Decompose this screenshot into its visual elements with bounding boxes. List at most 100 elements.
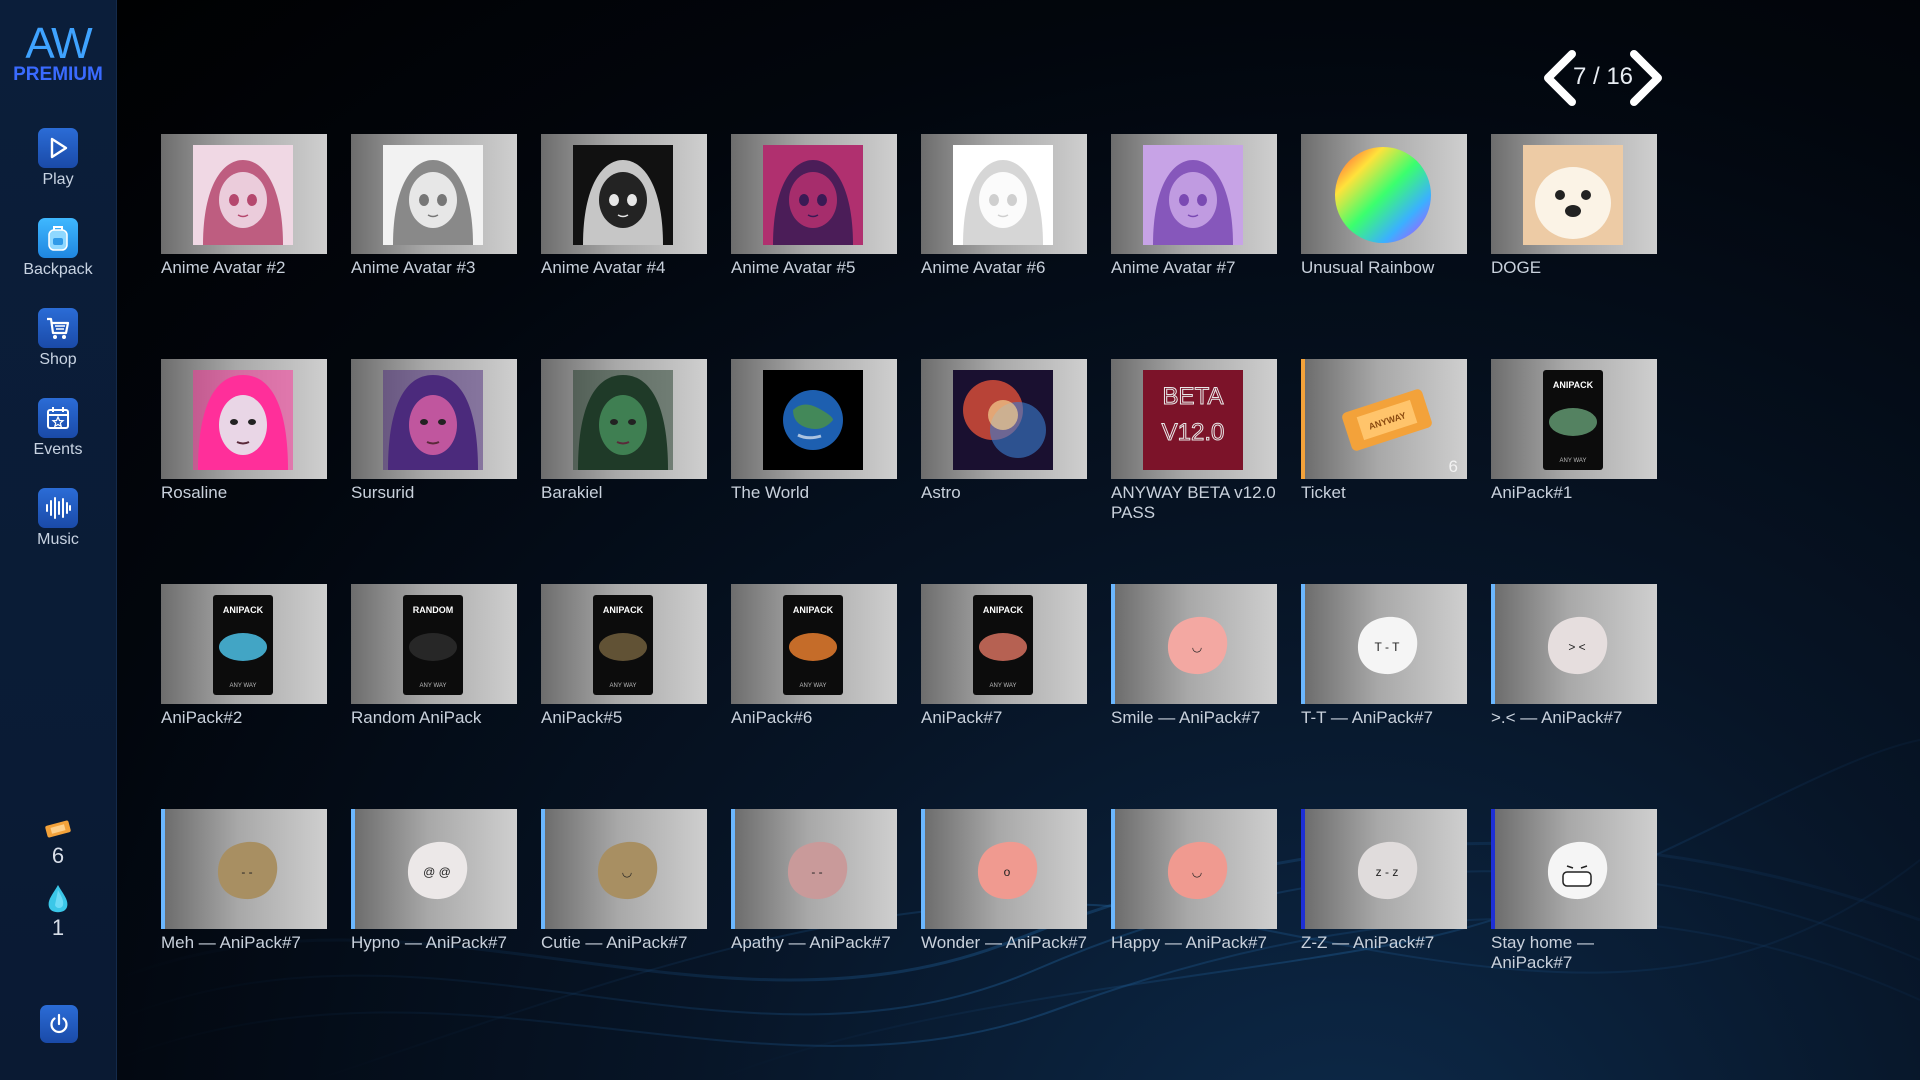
item-image: ANIPACK ANY WAY [213, 595, 273, 695]
inventory-item[interactable]: ANIPACK ANY WAY AniPack#6 [731, 584, 897, 728]
svg-text:BETA: BETA [1163, 383, 1224, 410]
item-name: Anime Avatar #5 [731, 258, 856, 277]
inventory-item[interactable]: - - Meh — AniPack#7 [161, 809, 327, 953]
inventory-item[interactable]: Unusual Rainbow [1301, 134, 1467, 278]
nav-backpack[interactable]: Backpack [0, 218, 116, 279]
item-card [731, 359, 897, 479]
inventory-item[interactable]: Stay home — AniPack#7 [1491, 809, 1657, 973]
item-name: Meh — AniPack#7 [161, 933, 301, 952]
item-image: ◡ [1167, 841, 1228, 900]
inventory-item[interactable]: ◡ Smile — AniPack#7 [1111, 584, 1277, 728]
inventory-item[interactable]: Anime Avatar #7 [1111, 134, 1277, 278]
item-card: ANIPACK ANY WAY [1491, 359, 1657, 479]
item-image: @ @ [407, 841, 468, 900]
item-image: z - z [1357, 841, 1418, 900]
inventory-item[interactable]: z - z Z-Z — AniPack#7 [1301, 809, 1467, 953]
svg-text:◡: ◡ [622, 865, 632, 879]
inventory-item[interactable]: T - T T-T — AniPack#7 [1301, 584, 1467, 728]
inventory-item[interactable]: o Wonder — AniPack#7 [921, 809, 1087, 953]
item-name: Anime Avatar #6 [921, 258, 1046, 277]
inventory-item[interactable]: Sursurid [351, 359, 517, 503]
inventory-item[interactable]: ANIPACK ANY WAY AniPack#5 [541, 584, 707, 728]
backpack-icon [38, 218, 78, 258]
inventory-item[interactable]: ANIPACK ANY WAY AniPack#1 [1491, 359, 1657, 503]
svg-text:ANIPACK: ANIPACK [603, 605, 644, 615]
item-card [1301, 134, 1467, 254]
item-image [383, 145, 483, 245]
svg-text:ANIPACK: ANIPACK [793, 605, 834, 615]
item-image: > < [1547, 616, 1608, 675]
item-card: - - [731, 809, 897, 929]
inventory-item[interactable]: Anime Avatar #2 [161, 134, 327, 278]
item-card: ANYWAY 6 [1301, 359, 1467, 479]
item-name: Anime Avatar #2 [161, 258, 286, 277]
nav-events[interactable]: Events [0, 398, 116, 459]
inventory-item[interactable]: Anime Avatar #3 [351, 134, 517, 278]
item-image: ANIPACK ANY WAY [783, 595, 843, 695]
power-icon [50, 1013, 68, 1034]
svg-text:ANY WAY: ANY WAY [800, 683, 827, 689]
inventory-item[interactable]: The World [731, 359, 897, 503]
nav-label: Backpack [23, 261, 93, 278]
inventory-item[interactable]: ◡ Happy — AniPack#7 [1111, 809, 1277, 953]
item-card: RANDOM ANY WAY [351, 584, 517, 704]
calendar-icon [38, 398, 78, 438]
item-card: z - z [1301, 809, 1467, 929]
inventory-item[interactable]: Rosaline [161, 359, 327, 503]
item-image [1547, 841, 1608, 900]
item-name: AniPack#1 [1491, 483, 1573, 502]
item-card [351, 359, 517, 479]
item-name: AniPack#2 [161, 708, 243, 727]
sidebar: AW PREMIUM Play Backpack Shop Events Mus… [0, 0, 117, 1080]
svg-text:RANDOM: RANDOM [413, 605, 454, 615]
svg-text:ANIPACK: ANIPACK [983, 605, 1024, 615]
inventory-item[interactable]: BETA V12.0 ANYWAY BETA v12.0 PASS [1111, 359, 1277, 523]
app-logo: AW PREMIUM [0, 22, 116, 86]
nav-label: Play [42, 171, 74, 188]
logo-sub: PREMIUM [13, 64, 103, 85]
inventory-item[interactable]: RANDOM ANY WAY Random AniPack [351, 584, 517, 728]
inventory-item[interactable]: Barakiel [541, 359, 707, 503]
inventory-item[interactable]: Astro [921, 359, 1087, 503]
item-name: The World [731, 483, 810, 502]
item-image [1523, 145, 1623, 245]
item-name: Anime Avatar #7 [1111, 258, 1236, 277]
item-name: Unusual Rainbow [1301, 258, 1435, 277]
svg-text:ANIPACK: ANIPACK [1553, 380, 1594, 390]
svg-text:o: o [1004, 865, 1011, 879]
chevron-right-icon [1630, 50, 1662, 106]
inventory-item[interactable]: Anime Avatar #4 [541, 134, 707, 278]
item-card: ◡ [541, 809, 707, 929]
item-image [573, 145, 673, 245]
power-button[interactable] [40, 1005, 78, 1043]
inventory-item[interactable]: ANIPACK ANY WAY AniPack#2 [161, 584, 327, 728]
nav-play[interactable]: Play [0, 128, 116, 189]
item-image: ◡ [597, 841, 658, 900]
inventory-item[interactable]: @ @ Hypno — AniPack#7 [351, 809, 517, 953]
inventory-item[interactable]: DOGE [1491, 134, 1657, 278]
inventory-item[interactable]: ANIPACK ANY WAY AniPack#7 [921, 584, 1087, 728]
item-card [541, 359, 707, 479]
inventory-item[interactable]: Anime Avatar #6 [921, 134, 1087, 278]
gem-count: 1 [51, 915, 65, 940]
inventory-item[interactable]: ANYWAY 6 Ticket [1301, 359, 1467, 503]
inventory-item[interactable]: Anime Avatar #5 [731, 134, 897, 278]
item-name: Cutie — AniPack#7 [541, 933, 688, 952]
inventory-item[interactable]: - - Apathy — AniPack#7 [731, 809, 897, 953]
svg-text:◡: ◡ [1192, 865, 1202, 879]
nav-shop[interactable]: Shop [0, 308, 116, 369]
item-image: o [977, 841, 1038, 900]
waveform-icon [38, 488, 78, 528]
svg-text:ANIPACK: ANIPACK [223, 605, 264, 615]
item-card: @ @ [351, 809, 517, 929]
next-page-button[interactable] [1628, 48, 1668, 108]
nav-music[interactable]: Music [0, 488, 116, 549]
item-card: ANIPACK ANY WAY [921, 584, 1087, 704]
item-card [921, 359, 1087, 479]
inventory-item[interactable]: ◡ Cutie — AniPack#7 [541, 809, 707, 953]
item-name: Stay home — AniPack#7 [1491, 933, 1594, 972]
pagination: 7 / 16 [1538, 48, 1668, 108]
nav-label: Music [37, 531, 79, 548]
item-image [953, 145, 1053, 245]
inventory-item[interactable]: > < >.< — AniPack#7 [1491, 584, 1657, 728]
